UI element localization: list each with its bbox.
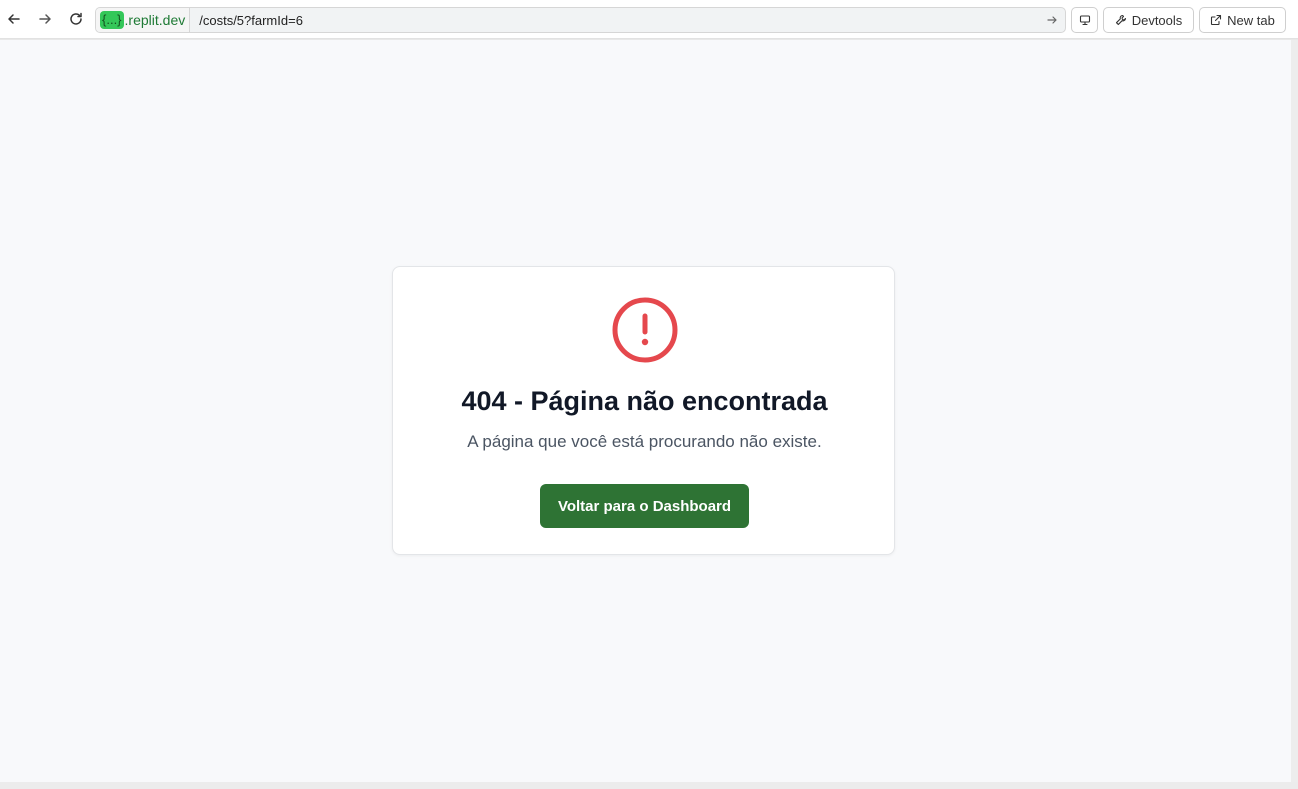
wrench-icon [1115, 14, 1126, 26]
devtools-label: Devtools [1131, 12, 1183, 28]
reload-button[interactable] [65, 8, 87, 30]
url-path[interactable]: /costs/5?farmId=6 [199, 13, 1041, 28]
arrow-right-icon [1047, 16, 1057, 24]
monitor-icon [1079, 15, 1090, 26]
go-button[interactable] [1041, 9, 1063, 31]
window-edge-right [1291, 40, 1298, 789]
back-to-dashboard-button[interactable]: Voltar para o Dashboard [540, 484, 749, 528]
devtools-button[interactable]: Devtools [1103, 7, 1194, 33]
screen-button[interactable] [1071, 7, 1098, 33]
url-badge: {...} [100, 11, 124, 29]
forward-button[interactable] [34, 8, 56, 30]
back-button[interactable] [3, 8, 25, 30]
external-link-icon [1211, 14, 1222, 26]
arrow-right-icon [39, 14, 51, 24]
alert-circle-icon [612, 297, 678, 363]
arrow-left-icon [8, 14, 20, 24]
browser-toolbar: {...} .replit.dev /costs/5?farmId=6 Devt… [0, 0, 1298, 39]
reload-icon [70, 12, 82, 25]
url-domain: .replit.dev [124, 12, 186, 28]
page-title: 404 - Página não encontrada [461, 386, 828, 416]
error-message: A página que você está procurando não ex… [467, 432, 822, 451]
page-viewport: 404 - Página não encontrada A página que… [0, 40, 1291, 782]
url-host: {...} .replit.dev [96, 8, 191, 32]
new-tab-button[interactable]: New tab [1199, 7, 1286, 33]
address-bar[interactable]: {...} .replit.dev /costs/5?farmId=6 [95, 7, 1066, 33]
not-found-card: 404 - Página não encontrada A página que… [392, 266, 895, 555]
new-tab-label: New tab [1227, 12, 1275, 28]
window-edge-bottom [0, 782, 1298, 789]
